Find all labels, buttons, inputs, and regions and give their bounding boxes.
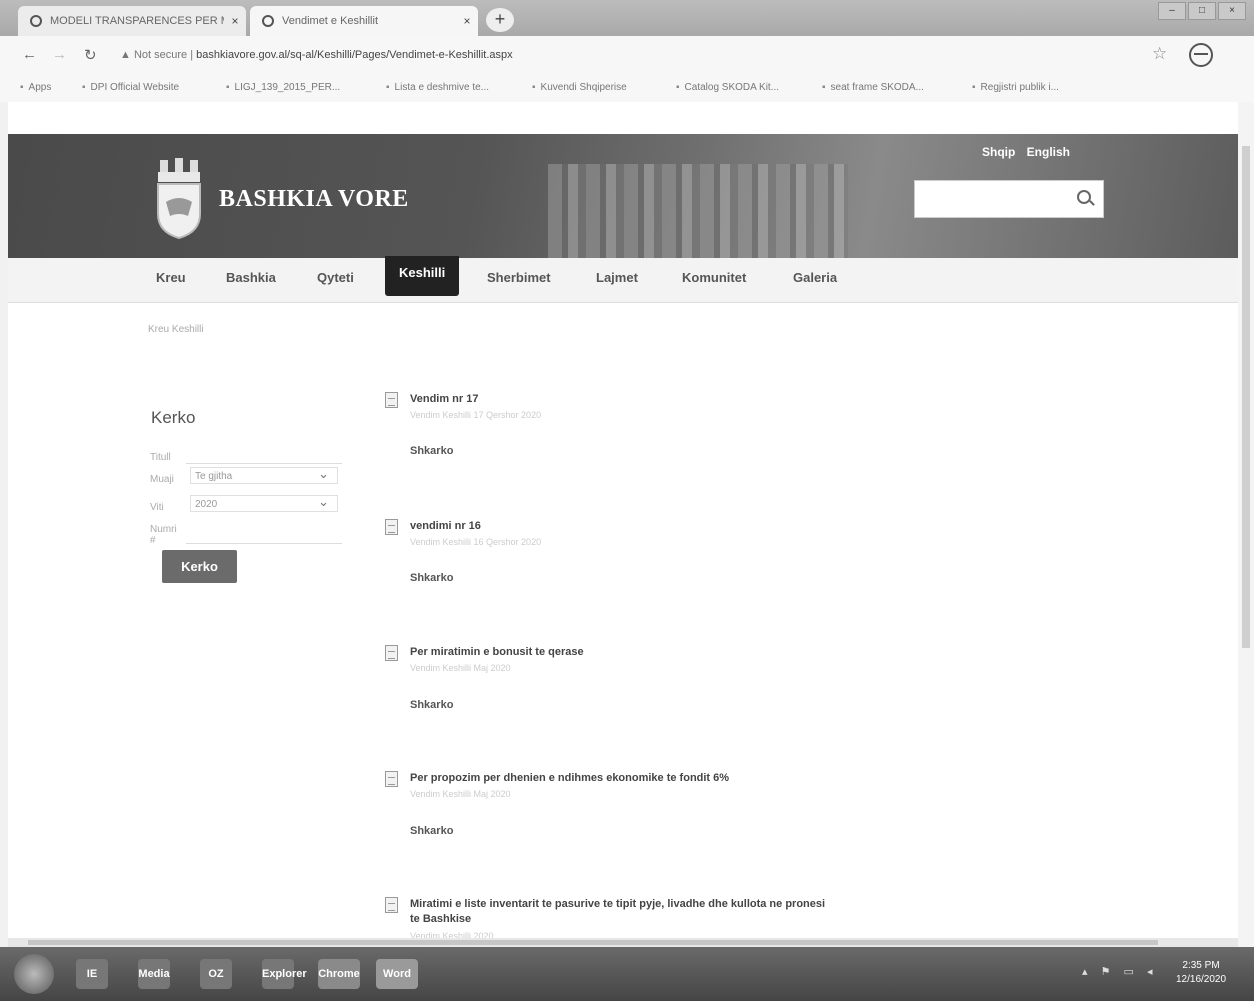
browser-tab-strip: MODELI TRANSPARENCES PER M... × Vendimet… <box>0 0 1254 36</box>
bookmarks-bar: Apps DPI Official Website LIGJ_139_2015_… <box>0 76 1254 102</box>
clock-time: 2:35 PM <box>1182 960 1220 971</box>
city-photo <box>548 164 848 258</box>
main-menu: Kreu Bashkia Qyteti Keshilli Sherbimet L… <box>8 256 1238 303</box>
browser-tab[interactable]: MODELI TRANSPARENCES PER M... × <box>18 6 246 36</box>
lang-english-link[interactable]: English <box>1027 145 1070 159</box>
taskbar-app-word[interactable]: Word <box>376 959 418 989</box>
year-select[interactable]: 2020 <box>190 493 338 512</box>
horizontal-scroll-thumb[interactable] <box>28 940 1158 945</box>
number-field-label: Numri # <box>150 524 177 546</box>
bookmark-item[interactable]: DPI Official Website <box>82 82 180 93</box>
download-link[interactable]: Shkarko <box>410 445 453 457</box>
forward-arrow-icon[interactable]: → <box>52 46 67 63</box>
document-icon <box>385 771 398 787</box>
document-meta: Vendim Keshilli Maj 2020 <box>410 789 511 799</box>
document-icon <box>385 897 398 913</box>
title-field[interactable] <box>186 463 342 464</box>
site-search-input[interactable] <box>914 180 1104 218</box>
document-title[interactable]: Per propozim per dhenien e ndihmes ekono… <box>410 771 830 786</box>
document-icon <box>385 519 398 535</box>
close-tab-icon[interactable]: × <box>224 14 246 28</box>
menu-item-kreu[interactable]: Kreu <box>156 270 186 285</box>
start-button[interactable] <box>14 954 54 994</box>
document-meta: Vendim Keshilli 16 Qershor 2020 <box>410 537 542 547</box>
document-title[interactable]: vendimi nr 16 <box>410 519 830 534</box>
menu-item-bashkia[interactable]: Bashkia <box>226 270 276 285</box>
menu-item-qyteti[interactable]: Qyteti <box>317 270 354 285</box>
new-tab-button[interactable]: + <box>486 8 514 32</box>
document-title[interactable]: Miratimi e liste inventarit te pasurive … <box>410 897 830 927</box>
close-window-icon[interactable]: × <box>1218 2 1246 20</box>
system-tray-icons[interactable]: ▴ ⚑ ▭ ◂ <box>1082 965 1157 978</box>
header-banner: BASHKIA VORE Shqip English <box>8 134 1238 258</box>
breadcrumb[interactable]: Kreu Keshilli <box>148 324 204 335</box>
minimize-icon[interactable]: – <box>1158 2 1186 20</box>
download-link[interactable]: Shkarko <box>410 825 453 837</box>
tab-title: MODELI TRANSPARENCES PER M... <box>50 15 224 27</box>
taskbar-app-chrome[interactable]: Chrome <box>318 959 360 989</box>
bookmark-item[interactable]: Regjistri publik i... <box>972 82 1059 93</box>
vertical-scrollbar[interactable] <box>1238 102 1254 947</box>
not-secure-label: Not secure <box>133 49 188 61</box>
web-page: BASHKIA VORE Shqip English Kreu Bashkia … <box>8 102 1238 947</box>
bookmark-item[interactable]: seat frame SKODA... <box>822 82 924 93</box>
taskbar-app-ie[interactable]: IE <box>76 959 108 989</box>
month-select[interactable]: Te gjitha <box>190 465 338 484</box>
bookmark-star-icon[interactable]: ☆ <box>1152 44 1167 64</box>
bookmark-item[interactable]: Apps <box>20 82 52 93</box>
search-panel-title: Kerko <box>151 408 196 427</box>
download-link[interactable]: Shkarko <box>410 572 453 584</box>
tab-title: Vendimet e Keshillit <box>282 15 378 27</box>
menu-item-keshilli[interactable]: Keshilli <box>385 256 460 296</box>
download-link[interactable]: Shkarko <box>410 699 453 711</box>
document-icon <box>385 645 398 661</box>
menu-item-sherbimet[interactable]: Sherbimet <box>487 270 551 285</box>
number-field[interactable] <box>186 543 342 544</box>
menu-item-lajmet[interactable]: Lajmet <box>596 270 638 285</box>
browser-toolbar: ← → ↻ ▲ Not secure | bashkiavore.gov.al/… <box>0 36 1254 76</box>
search-button[interactable]: Kerko <box>162 550 237 583</box>
maximize-icon[interactable]: □ <box>1188 2 1216 20</box>
globe-icon <box>262 15 274 27</box>
taskbar-app-outlook[interactable]: OZ <box>200 959 232 989</box>
windows-taskbar: IE Media OZ Explorer Chrome Word ▴ ⚑ ▭ ◂… <box>0 947 1254 1001</box>
menu-item-komunitet[interactable]: Komunitet <box>682 270 746 285</box>
close-tab-icon[interactable]: × <box>456 14 478 28</box>
clock-date: 12/16/2020 <box>1176 974 1227 985</box>
document-title[interactable]: Vendim nr 17 <box>410 392 830 407</box>
bookmark-item[interactable]: Catalog SKODA Kit... <box>676 82 780 93</box>
window-controls: – □ × <box>1158 2 1246 20</box>
taskbar-app-media[interactable]: Media <box>138 959 170 989</box>
profile-icon[interactable] <box>1189 43 1213 67</box>
browser-tab-active[interactable]: Vendimet e Keshillit × <box>250 6 478 36</box>
municipality-crest-logo <box>157 158 201 240</box>
document-title[interactable]: Per miratimin e bonusit te qerase <box>410 645 830 660</box>
horizontal-scrollbar[interactable] <box>8 938 1238 947</box>
document-meta: Vendim Keshilli 17 Qershor 2020 <box>410 410 542 420</box>
document-icon <box>385 392 398 408</box>
document-meta: Vendim Keshilli Maj 2020 <box>410 663 511 673</box>
vertical-scroll-thumb[interactable] <box>1242 146 1250 648</box>
globe-icon <box>30 15 42 27</box>
search-icon[interactable] <box>1077 190 1091 204</box>
address-bar[interactable]: ▲ Not secure | bashkiavore.gov.al/sq-al/… <box>120 49 513 61</box>
year-field-label: Viti <box>150 502 164 513</box>
brand-name: BASHKIA VORE <box>219 186 409 212</box>
taskbar-clock[interactable]: 2:35 PM 12/16/2020 <box>1176 959 1226 987</box>
warning-icon: ▲ <box>120 49 134 61</box>
title-field-label: Titull <box>150 452 171 463</box>
language-switcher: Shqip English <box>982 145 1078 159</box>
url-text: bashkiavore.gov.al/sq-al/Keshilli/Pages/… <box>196 49 513 61</box>
taskbar-app-explorer[interactable]: Explorer <box>262 959 307 989</box>
reload-icon[interactable]: ↻ <box>84 46 97 64</box>
bookmark-item[interactable]: Lista e deshmive te... <box>386 82 490 93</box>
month-field-label: Muaji <box>150 474 174 485</box>
menu-item-galeria[interactable]: Galeria <box>793 270 837 285</box>
back-arrow-icon[interactable]: ← <box>22 46 37 63</box>
lang-shqip-link[interactable]: Shqip <box>982 145 1015 159</box>
bookmark-item[interactable]: LIGJ_139_2015_PER... <box>226 82 341 93</box>
bookmark-item[interactable]: Kuvendi Shqiperise <box>532 82 627 93</box>
